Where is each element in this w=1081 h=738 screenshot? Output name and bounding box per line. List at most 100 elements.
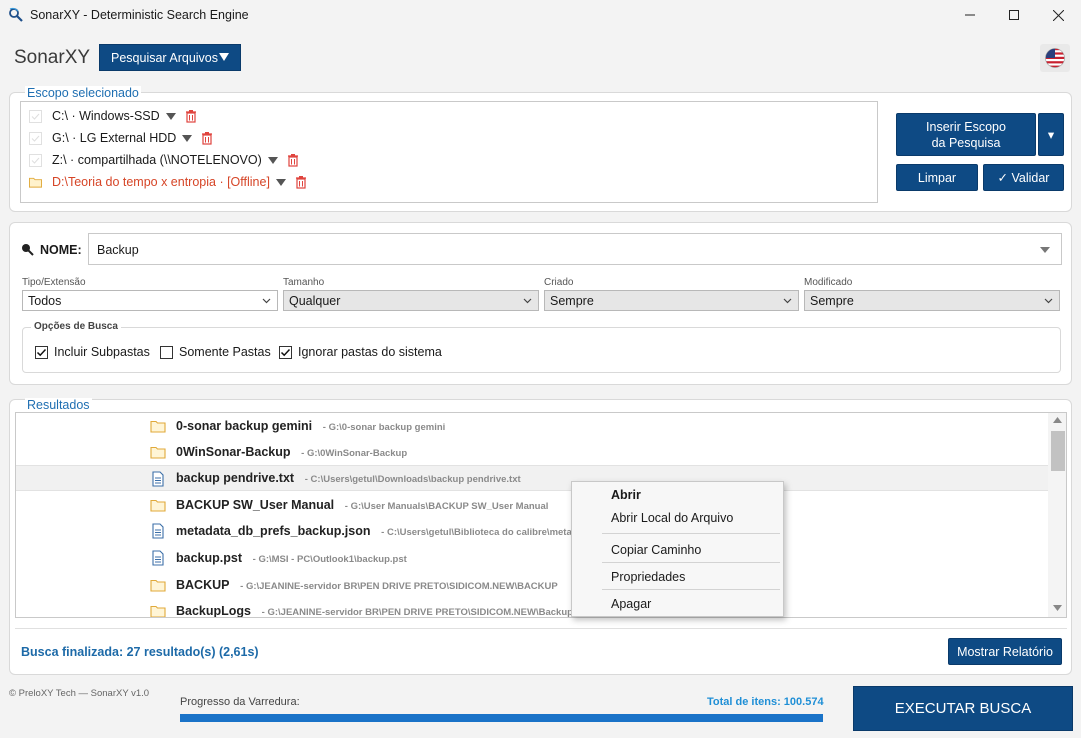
search-icon <box>22 244 34 256</box>
context-menu-copy-path[interactable]: Copiar Caminho <box>611 543 701 557</box>
context-menu-open[interactable]: Abrir <box>611 488 641 502</box>
context-menu-open-location[interactable]: Abrir Local do Arquivo <box>611 511 733 525</box>
close-button[interactable] <box>1035 0 1081 30</box>
result-row[interactable]: BackupLogs - G:\JEANINE-servidor BR\PEN … <box>16 598 1048 618</box>
filter-size-label: Tamanho <box>283 277 325 288</box>
result-path: C:\Users\getul\Downloads\backup pendrive… <box>310 474 521 485</box>
checkbox-unchecked-icon[interactable] <box>160 345 173 359</box>
chevron-down-icon <box>523 298 532 304</box>
scope-item[interactable]: G:\ · LG External HDD <box>29 129 214 147</box>
include-subfolders-checkbox[interactable]: Incluir Subpastas <box>35 345 150 359</box>
only-folders-checkbox[interactable]: Somente Pastas <box>160 345 271 359</box>
filter-created-select[interactable]: Sempre <box>544 290 799 311</box>
scrollbar-thumb[interactable] <box>1051 431 1065 471</box>
results-divider <box>15 628 1067 629</box>
us-flag-icon <box>1045 48 1065 68</box>
checkbox-checked-icon[interactable] <box>279 345 292 359</box>
insert-scope-line2: da Pesquisa <box>931 135 1001 150</box>
result-item: backup.pst - G:\MSI - PC\Outlook1\backup… <box>176 551 407 565</box>
scope-dropdown-icon[interactable] <box>165 112 176 120</box>
maximize-icon <box>1009 10 1019 20</box>
results-scrollbar[interactable] <box>1048 413 1066 617</box>
result-row[interactable]: BACKUP SW_User Manual - G:\User Manuals\… <box>16 492 1048 518</box>
trash-icon[interactable] <box>286 153 300 167</box>
checkbox-checked-icon[interactable] <box>35 345 48 359</box>
context-menu-properties[interactable]: Propriedades <box>611 570 685 584</box>
scroll-up-icon[interactable] <box>1053 417 1062 423</box>
validate-scope-button[interactable]: ✓ Validar <box>983 164 1064 191</box>
result-path: G:\MSI - PC\Outlook1\backup.pst <box>258 554 407 565</box>
result-name: 0WinSonar-Backup <box>176 445 291 459</box>
result-name: BACKUP SW_User Manual <box>176 498 335 512</box>
insert-scope-button[interactable]: Inserir Escopo da Pesquisa <box>896 113 1036 156</box>
search-status: Busca finalizada: 27 resultado(s) (2,61s… <box>21 645 259 659</box>
results-legend: Resultados <box>25 398 92 412</box>
folder-icon <box>150 605 166 617</box>
result-path: C:\Users\getul\Biblioteca do calibre\met… <box>386 527 597 538</box>
results-list[interactable]: 0-sonar backup gemini - G:\0-sonar backu… <box>15 412 1067 618</box>
name-search-input[interactable]: Backup <box>88 233 1062 265</box>
result-item: BACKUP SW_User Manual - G:\User Manuals\… <box>176 498 549 512</box>
scan-progress-bar <box>180 714 823 722</box>
result-item: 0-sonar backup gemini - G:\0-sonar backu… <box>176 419 446 433</box>
sonar-app-icon <box>9 7 23 22</box>
result-row[interactable]: metadata_db_prefs_backup.json - C:\Users… <box>16 518 1048 544</box>
result-row[interactable]: BACKUP - G:\JEANINE-servidor BR\PEN DRIV… <box>16 572 1048 598</box>
scope-item-offline[interactable]: D:\Teoria do tempo x entropia · [Offline… <box>29 173 308 191</box>
scan-progress-fill <box>180 714 823 722</box>
maximize-button[interactable] <box>991 0 1037 30</box>
context-menu: Abrir Abrir Local do Arquivo Copiar Cami… <box>571 481 784 617</box>
result-path: G:\JEANINE-servidor BR\PEN DRIVE PRETO\S… <box>267 607 596 618</box>
trash-icon[interactable] <box>200 131 214 145</box>
file-icon <box>152 471 164 487</box>
result-path: G:\0WinSonar-Backup <box>306 448 408 459</box>
result-row[interactable]: 0WinSonar-Backup - G:\0WinSonar-Backup <box>16 439 1048 465</box>
scroll-down-icon[interactable] <box>1053 605 1062 611</box>
progress-label: Progresso da Varredura: <box>180 696 300 708</box>
filter-modified-label: Modificado <box>804 277 853 288</box>
insert-scope-menu-button[interactable]: ▾ <box>1038 113 1064 156</box>
scope-dropdown-icon[interactable] <box>267 156 278 164</box>
filter-created-label: Criado <box>544 277 574 288</box>
filter-type-select[interactable]: Todos <box>22 290 278 311</box>
result-item: 0WinSonar-Backup - G:\0WinSonar-Backup <box>176 445 408 459</box>
filter-size-select[interactable]: Qualquer <box>283 290 539 311</box>
trash-icon[interactable] <box>184 109 198 123</box>
minimize-icon <box>965 14 975 16</box>
clear-scope-button[interactable]: Limpar <box>896 164 978 191</box>
chevron-down-icon <box>1044 298 1053 304</box>
file-icon <box>152 550 164 566</box>
language-button[interactable] <box>1040 44 1070 72</box>
scope-item[interactable]: Z:\ · compartilhada (\\NOTELENOVO) <box>29 151 300 169</box>
show-report-button[interactable]: Mostrar Relatório <box>948 638 1062 665</box>
result-row[interactable]: 0-sonar backup gemini - G:\0-sonar backu… <box>16 413 1048 439</box>
include-subfolders-label: Incluir Subpastas <box>54 345 150 359</box>
title-bar: SonarXY - Deterministic Search Engine <box>0 0 1081 30</box>
drive-checkbox-icon[interactable] <box>29 153 42 167</box>
scope-item-label: Z:\ · compartilhada (\\NOTELENOVO) <box>52 153 262 167</box>
mode-select-button[interactable]: Pesquisar Arquivos <box>99 44 241 71</box>
scope-dropdown-icon[interactable] <box>275 178 286 186</box>
brand-title: SonarXY <box>14 47 91 68</box>
run-search-button[interactable]: EXECUTAR BUSCA <box>853 686 1073 731</box>
ignore-system-folders-checkbox[interactable]: Ignorar pastas do sistema <box>279 345 442 359</box>
folder-icon <box>29 176 42 189</box>
name-search-value: Backup <box>97 243 139 257</box>
result-name: BACKUP <box>176 578 230 592</box>
scope-item[interactable]: C:\ · Windows-SSD <box>29 107 198 125</box>
scope-dropdown-icon[interactable] <box>182 134 193 142</box>
result-path: G:\0-sonar backup gemini <box>328 422 446 433</box>
scope-legend: Escopo selecionado <box>25 86 141 100</box>
copyright-text: © PreloXY Tech — SonarXY v1.0 <box>9 688 150 699</box>
folder-icon <box>150 579 166 592</box>
drive-checkbox-icon[interactable] <box>29 109 42 123</box>
chevron-down-icon[interactable] <box>1040 247 1050 253</box>
result-row-selected[interactable]: backup pendrive.txt - C:\Users\getul\Dow… <box>16 465 1048 491</box>
filter-modified-select[interactable]: Sempre <box>804 290 1060 311</box>
result-row[interactable]: backup.pst - G:\MSI - PC\Outlook1\backup… <box>16 545 1048 571</box>
minimize-button[interactable] <box>947 0 993 30</box>
folder-icon <box>150 499 166 512</box>
context-menu-delete[interactable]: Apagar <box>611 597 651 611</box>
trash-icon[interactable] <box>294 175 308 189</box>
drive-checkbox-icon[interactable] <box>29 131 42 145</box>
